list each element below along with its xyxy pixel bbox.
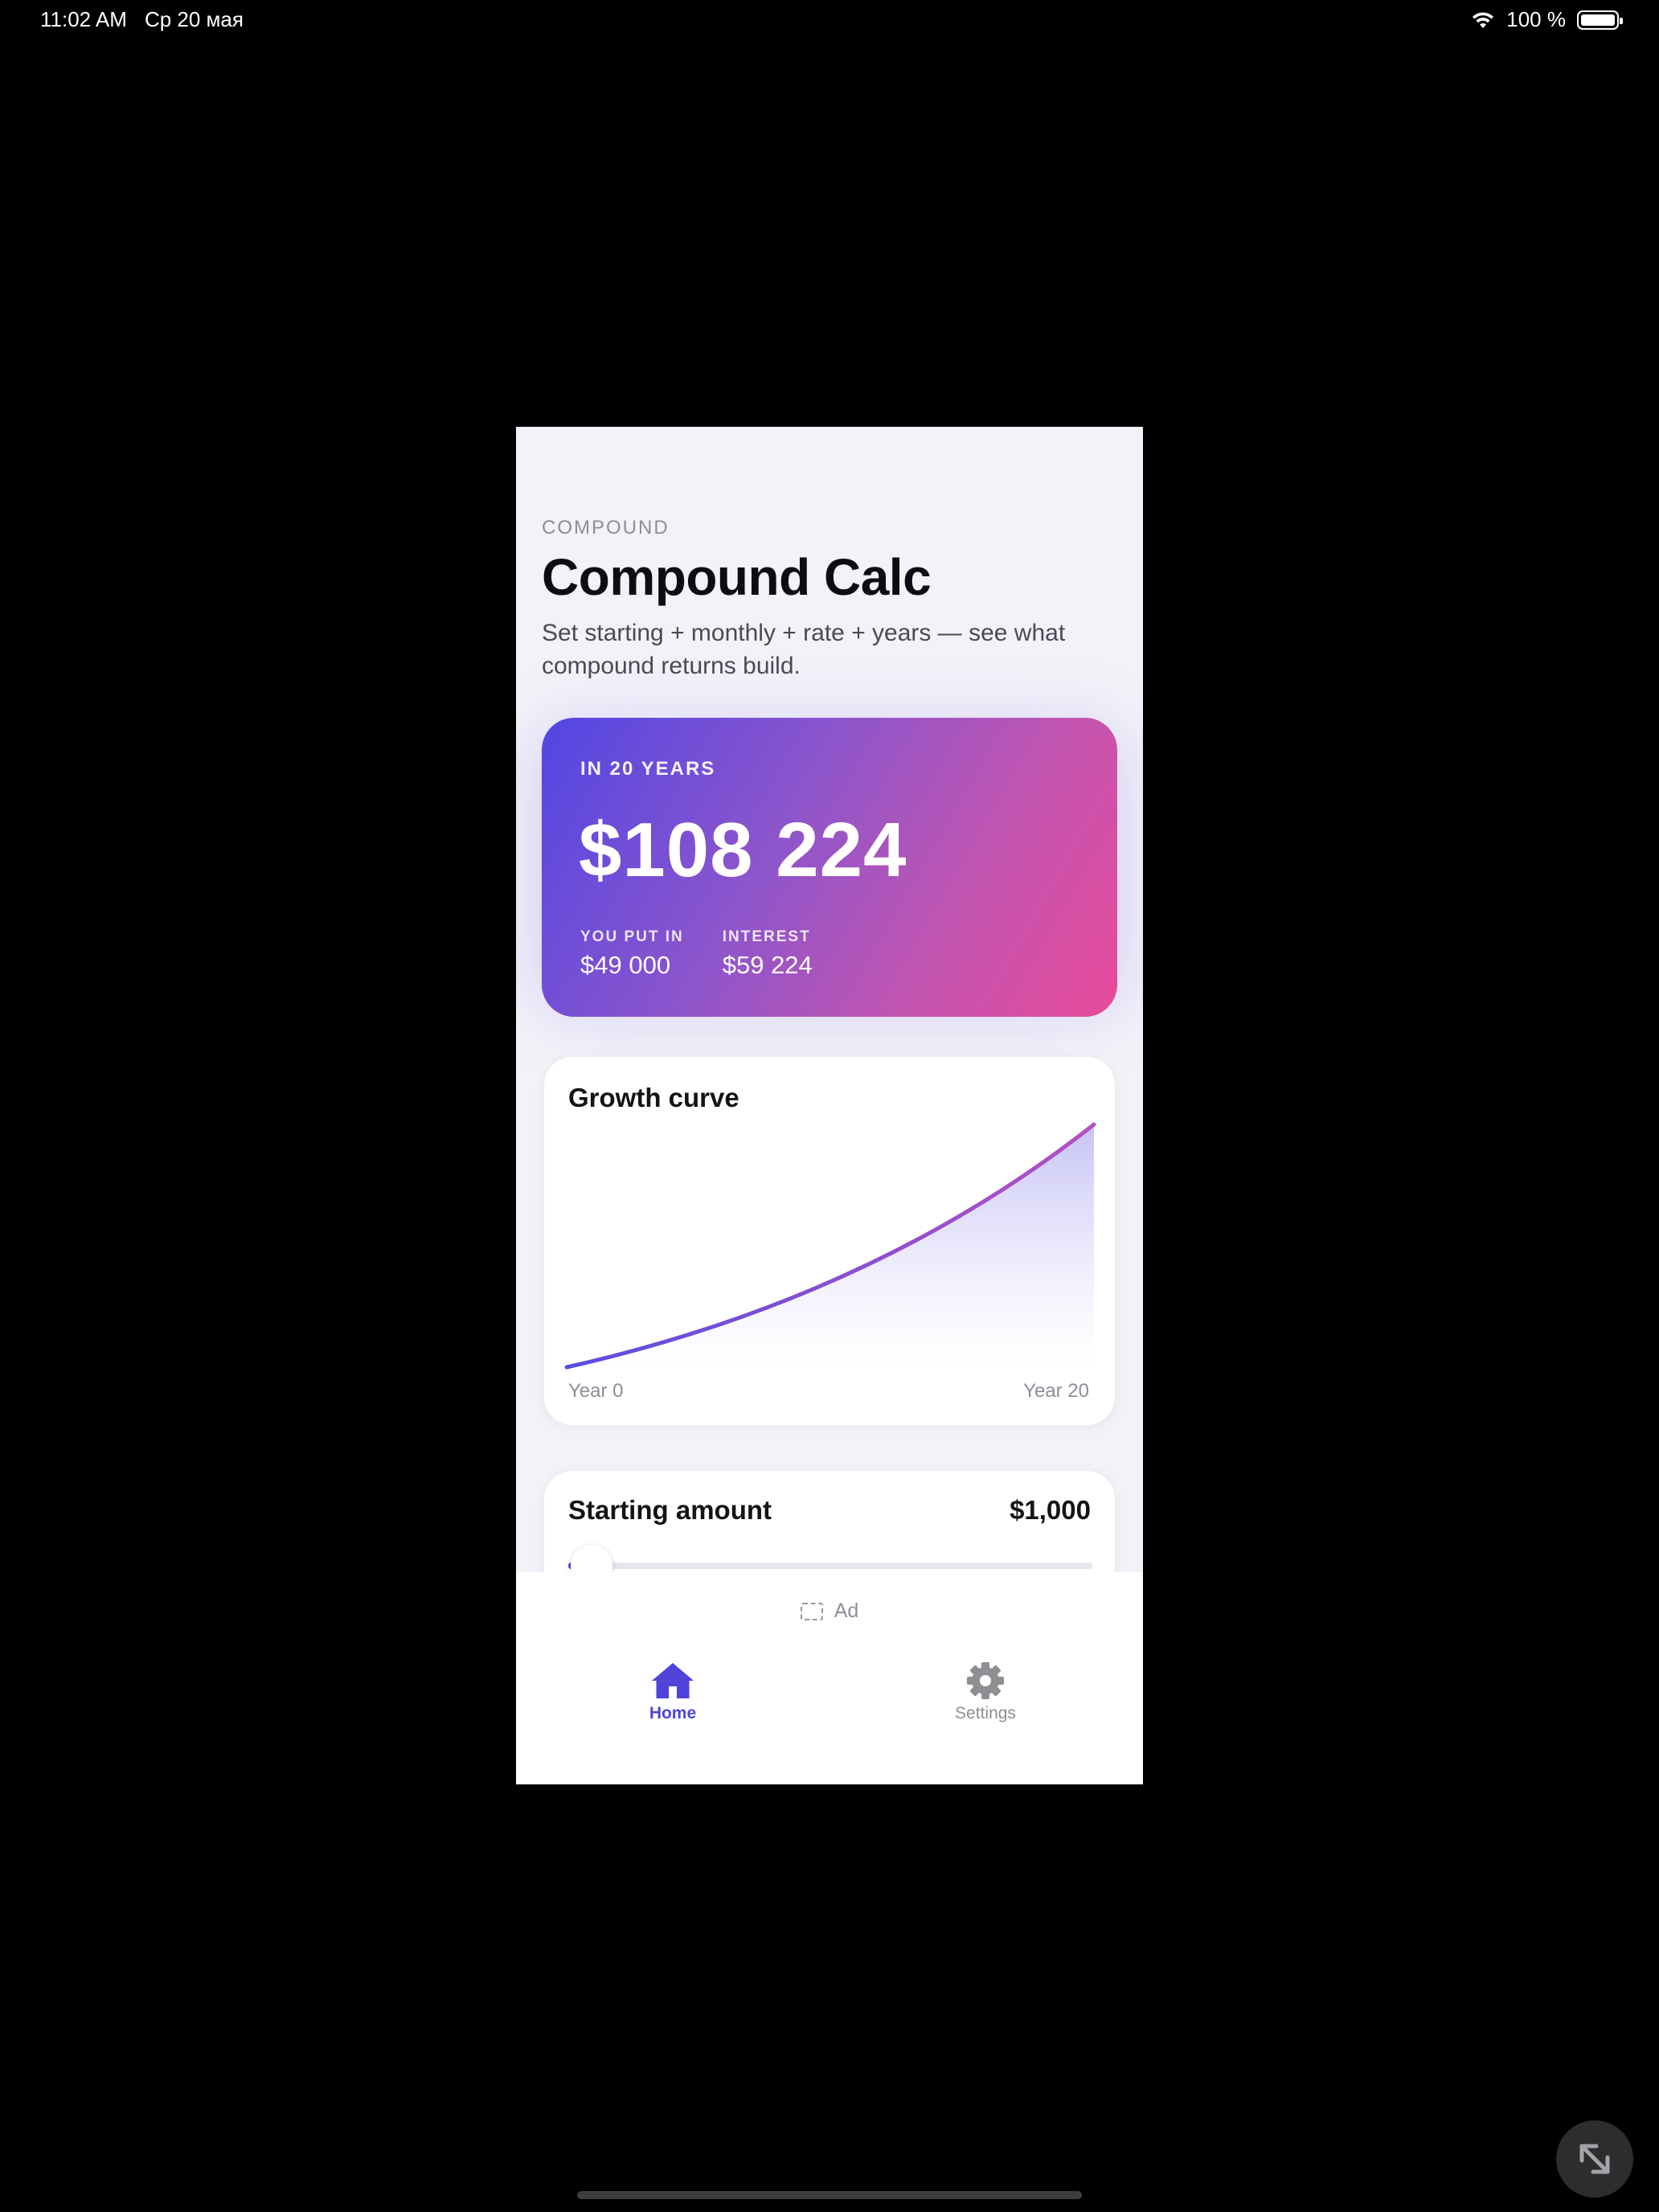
status-bar: 11:02 AM Ср 20 мая 100 % [0, 0, 1659, 39]
result-period-label: IN 20 YEARS [580, 758, 716, 780]
tab-home-label: Home [649, 1704, 697, 1722]
starting-amount-card: Starting amount $1,000 [543, 1470, 1116, 1572]
put-in-label: YOU PUT IN [580, 928, 684, 945]
ad-label: Ad [834, 1600, 859, 1622]
home-indicator[interactable] [577, 2191, 1082, 2199]
interest-label: INTEREST [722, 928, 811, 945]
put-in-value: $49 000 [580, 951, 671, 979]
result-card: IN 20 YEARS $108 224 YOU PUT IN $49 000 … [542, 718, 1117, 1017]
tab-settings-label: Settings [955, 1704, 1016, 1722]
scroll-content[interactable]: COMPOUND Compound Calc Set starting + mo… [516, 427, 1143, 1572]
page-subtitle: Set starting + monthly + rate + years — … [542, 620, 1066, 679]
header-eyebrow: COMPOUND [542, 517, 670, 539]
ad-placeholder-icon [800, 1602, 823, 1620]
wifi-icon [1473, 11, 1494, 28]
starting-amount-label: Starting amount [568, 1495, 772, 1525]
tab-home[interactable]: Home [608, 1661, 737, 1723]
app-window: COMPOUND Compound Calc Set starting + mo… [516, 427, 1143, 1784]
slider-thumb[interactable] [570, 1545, 612, 1572]
page-title: Compound Calc [542, 548, 932, 606]
growth-area [567, 1124, 1094, 1367]
x-axis-end-label: Year 20 [1023, 1380, 1089, 1402]
tab-settings[interactable]: Settings [921, 1661, 1050, 1723]
starting-amount-slider[interactable] [568, 1563, 1092, 1569]
house-icon [652, 1663, 694, 1698]
bottom-bar: Ad Home Settings [516, 1572, 1143, 1784]
chart-title: Growth curve [568, 1083, 739, 1112]
put-in-stat: YOU PUT IN $49 000 [580, 928, 684, 980]
gear-icon [967, 1662, 1004, 1699]
battery-percentage: 100 % [1506, 7, 1566, 31]
interest-stat: INTEREST $59 224 [723, 928, 813, 980]
result-breakdown: YOU PUT IN $49 000 INTEREST $59 224 [580, 928, 813, 980]
status-date: Ср 20 мая [144, 7, 244, 31]
ad-banner[interactable]: Ad [516, 1600, 1143, 1623]
interest-value: $59 224 [722, 951, 813, 979]
expand-button[interactable] [1556, 2120, 1633, 2198]
x-axis-start-label: Year 0 [568, 1380, 624, 1402]
status-time: 11:02 AM [40, 7, 127, 31]
battery-icon [1577, 10, 1623, 30]
starting-amount-value: $1,000 [1010, 1495, 1091, 1525]
expand-arrows-icon [1579, 2144, 1610, 2174]
result-total: $108 224 [579, 807, 907, 893]
growth-chart-card: Growth curve Year 0 Year 20 [543, 1056, 1116, 1426]
